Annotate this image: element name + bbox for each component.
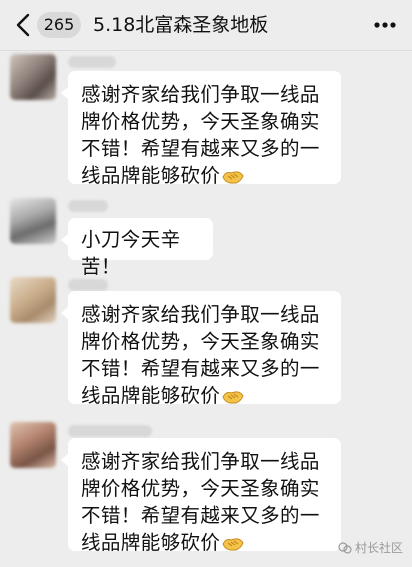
- wechat-channel-icon: [338, 542, 352, 554]
- sender-name: [68, 200, 108, 212]
- sender-name: [68, 56, 116, 68]
- message-text: 感谢齐家给我们争取一线品牌价格优势，今天圣象确实不错！希望有越来又多的一线品牌能…: [81, 83, 320, 187]
- chat-title: 5.18北富森圣象地板: [93, 14, 269, 36]
- handshake-emoji-icon: [222, 538, 244, 551]
- more-options-icon[interactable]: [368, 13, 402, 37]
- sender-name: [68, 425, 152, 437]
- avatar[interactable]: [10, 277, 56, 323]
- unread-count-badge[interactable]: 265: [37, 12, 81, 38]
- avatar[interactable]: [10, 198, 56, 244]
- message-text: 小刀今天辛苦！: [81, 228, 181, 278]
- back-arrow-icon[interactable]: [12, 12, 36, 38]
- watermark-text: 村长社区: [355, 541, 404, 555]
- chat-header: 265 5.18北富森圣象地板: [0, 0, 412, 51]
- avatar[interactable]: [10, 54, 56, 100]
- message-text: 感谢齐家给我们争取一线品牌价格优势，今天圣象确实不错！希望有越来又多的一线品牌能…: [81, 303, 320, 407]
- handshake-emoji-icon: [222, 171, 244, 184]
- message-bubble[interactable]: 感谢齐家给我们争取一线品牌价格优势，今天圣象确实不错！希望有越来又多的一线品牌能…: [61, 291, 341, 407]
- avatar[interactable]: [10, 422, 56, 468]
- watermark: 村长社区: [338, 539, 403, 556]
- message-bubble[interactable]: 感谢齐家给我们争取一线品牌价格优势，今天圣象确实不错！希望有越来又多的一线品牌能…: [61, 438, 341, 554]
- message-bubble[interactable]: 小刀今天辛苦！: [61, 218, 213, 278]
- message-text: 感谢齐家给我们争取一线品牌价格优势，今天圣象确实不错！希望有越来又多的一线品牌能…: [81, 450, 320, 554]
- sender-name: [68, 279, 108, 291]
- handshake-emoji-icon: [222, 391, 244, 404]
- message-bubble[interactable]: 感谢齐家给我们争取一线品牌价格优势，今天圣象确实不错！希望有越来又多的一线品牌能…: [61, 71, 341, 187]
